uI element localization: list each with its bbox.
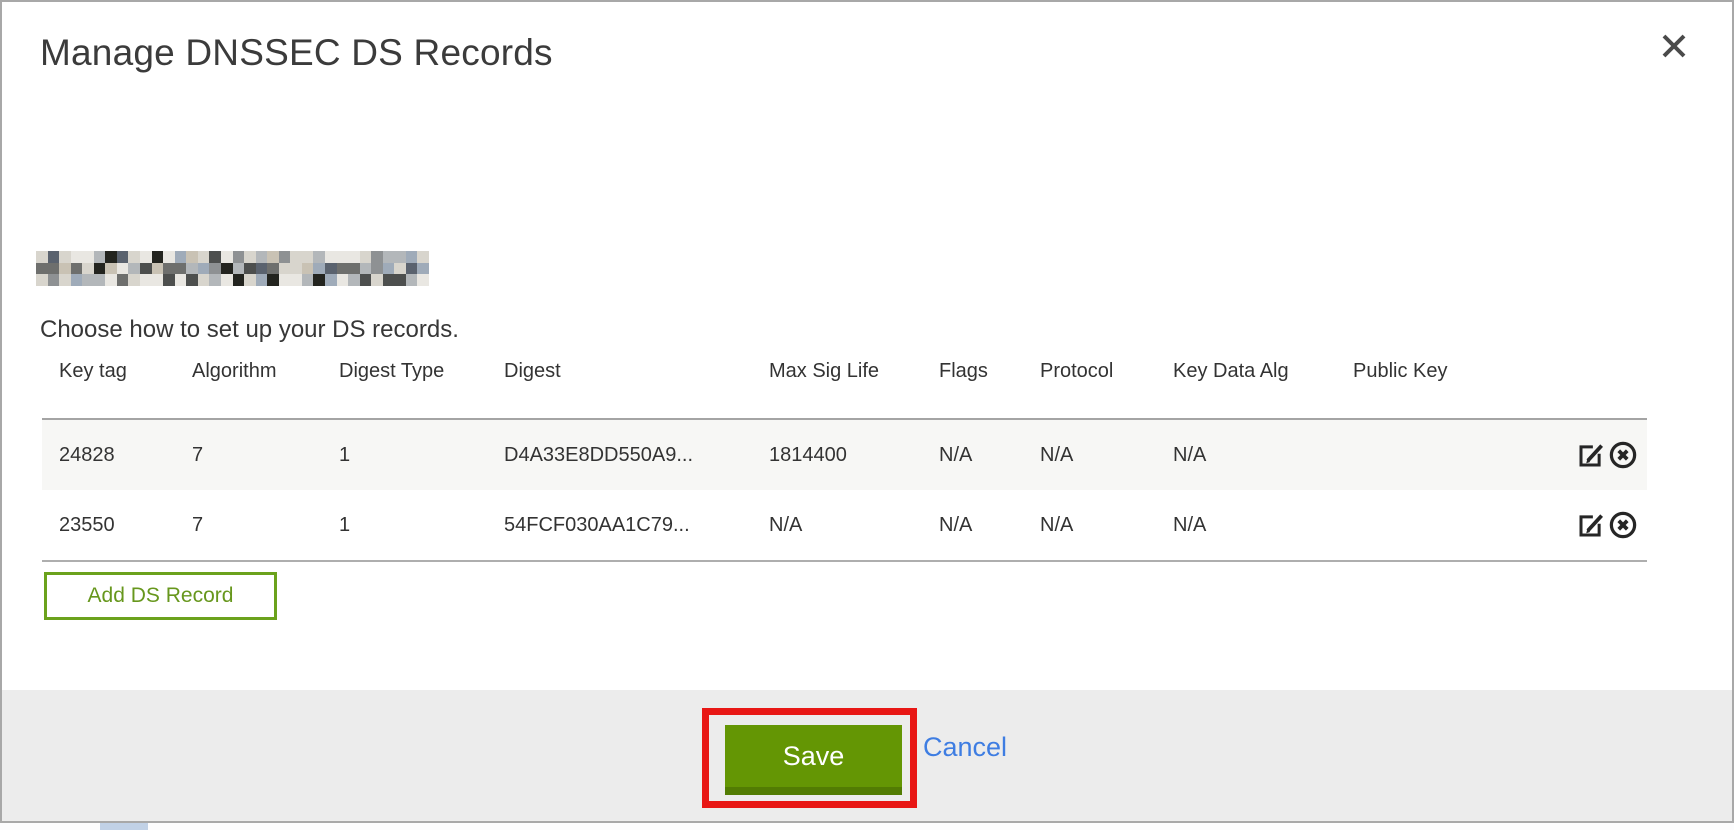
add-ds-record-button[interactable]: Add DS Record <box>44 572 277 620</box>
column-header-flags: Flags <box>922 360 1023 383</box>
cell-digest-type: 1 <box>322 514 487 537</box>
edit-icon[interactable] <box>1575 439 1607 471</box>
column-header-digest: Digest <box>487 360 752 383</box>
column-header-max-sig-life: Max Sig Life <box>752 360 922 383</box>
column-header-protocol: Protocol <box>1023 360 1156 383</box>
table-header-row: Key tag Algorithm Digest Type Digest Max… <box>42 360 1647 418</box>
cell-algorithm: 7 <box>175 514 322 537</box>
cancel-link[interactable]: Cancel <box>923 732 1007 763</box>
column-header-algorithm: Algorithm <box>175 360 322 383</box>
page-behind-modal <box>0 822 1734 830</box>
redacted-domain <box>36 251 429 286</box>
column-header-key-data-alg: Key Data Alg <box>1156 360 1336 383</box>
delete-circle-x-icon[interactable] <box>1607 509 1639 541</box>
cell-flags: N/A <box>922 444 1023 467</box>
cell-key-tag: 24828 <box>42 444 175 467</box>
edit-icon[interactable] <box>1575 509 1607 541</box>
ds-records-table: Key tag Algorithm Digest Type Digest Max… <box>42 360 1647 562</box>
cell-protocol: N/A <box>1023 514 1156 537</box>
cell-protocol: N/A <box>1023 444 1156 467</box>
column-header-digest-type: Digest Type <box>322 360 487 383</box>
cell-digest: 54FCF030AA1C79... <box>487 514 752 537</box>
cell-flags: N/A <box>922 514 1023 537</box>
instruction-text: Choose how to set up your DS records. <box>40 316 459 344</box>
table-body: 24828 7 1 D4A33E8DD550A9... 1814400 N/A … <box>42 418 1647 562</box>
table-row: 23550 7 1 54FCF030AA1C79... N/A N/A N/A … <box>42 490 1647 560</box>
column-header-key-tag: Key tag <box>42 360 175 383</box>
manage-dnssec-modal: Manage DNSSEC DS Records Choose how to s… <box>0 0 1734 823</box>
page-title: Manage DNSSEC DS Records <box>40 32 553 74</box>
cell-key-tag: 23550 <box>42 514 175 537</box>
save-button[interactable]: Save <box>725 725 902 795</box>
close-icon[interactable] <box>1656 28 1692 64</box>
row-actions <box>1550 509 1647 541</box>
cell-max-sig-life: N/A <box>752 514 922 537</box>
row-actions <box>1550 439 1647 471</box>
cell-digest: D4A33E8DD550A9... <box>487 444 752 467</box>
background-content-fragment <box>100 823 148 830</box>
cell-algorithm: 7 <box>175 444 322 467</box>
modal-footer: Save Cancel <box>2 690 1732 821</box>
column-header-public-key: Public Key <box>1336 360 1550 383</box>
delete-circle-x-icon[interactable] <box>1607 439 1639 471</box>
cell-key-data-alg: N/A <box>1156 514 1336 537</box>
cell-key-data-alg: N/A <box>1156 444 1336 467</box>
cell-digest-type: 1 <box>322 444 487 467</box>
cell-max-sig-life: 1814400 <box>752 444 922 467</box>
annotation-highlight-box: Save <box>702 708 917 808</box>
table-row: 24828 7 1 D4A33E8DD550A9... 1814400 N/A … <box>42 420 1647 490</box>
